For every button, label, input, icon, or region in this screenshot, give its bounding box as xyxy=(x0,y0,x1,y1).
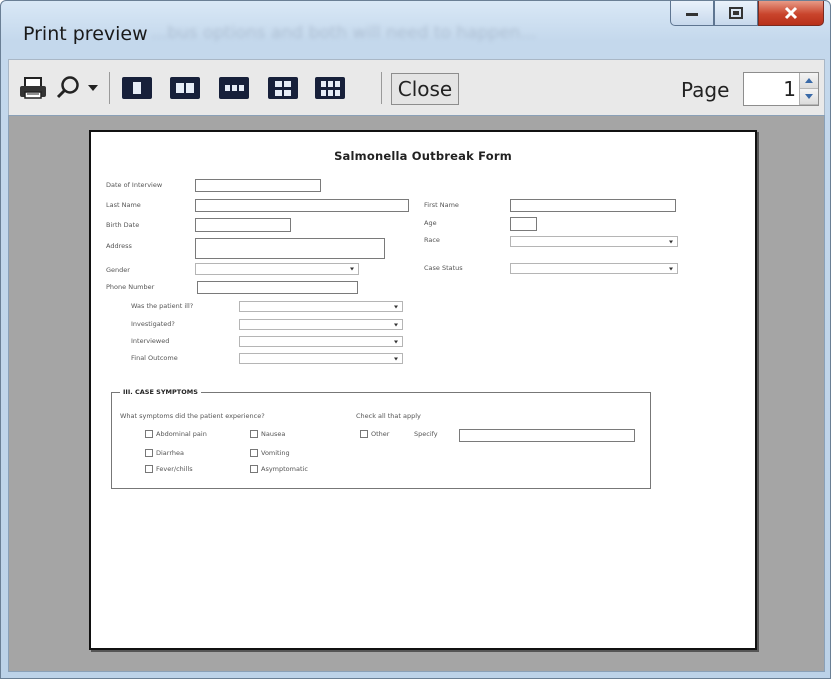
zoom-dropdown[interactable] xyxy=(83,72,103,104)
window-controls xyxy=(670,1,824,28)
address-label: Address xyxy=(106,242,132,250)
was-ill-dropdown[interactable] xyxy=(239,301,403,312)
title-bar: Print preview ...bus options and both wi… xyxy=(1,1,830,59)
checkbox-box xyxy=(250,430,258,438)
abdominal-pain-checkbox[interactable]: Abdominal pain xyxy=(145,430,207,438)
page-up-button[interactable] xyxy=(800,73,818,89)
checkbox-box xyxy=(360,430,368,438)
specify-field[interactable] xyxy=(459,429,635,442)
gender-label: Gender xyxy=(106,266,130,274)
close-icon xyxy=(784,6,798,20)
case-symptoms-title: III. CASE SYMPTOMS xyxy=(120,388,201,396)
magnifier-icon xyxy=(56,76,79,99)
spin-down-icon xyxy=(805,94,813,99)
phone-number-label: Phone Number xyxy=(106,283,155,291)
address-field[interactable] xyxy=(195,238,385,259)
page-down-button[interactable] xyxy=(800,89,818,105)
six-pages-icon xyxy=(315,77,345,99)
race-dropdown[interactable] xyxy=(510,236,678,247)
print-button[interactable] xyxy=(15,72,51,104)
dropdown-arrow-icon xyxy=(88,85,98,91)
close-preview-button[interactable]: Close xyxy=(391,73,459,105)
checkbox-box xyxy=(145,465,153,473)
four-pages-button[interactable] xyxy=(265,73,301,103)
checkbox-box xyxy=(145,449,153,457)
vomiting-label: Vomiting xyxy=(261,449,290,457)
age-label: Age xyxy=(424,219,437,227)
diarrhea-checkbox[interactable]: Diarrhea xyxy=(145,449,184,457)
nausea-checkbox[interactable]: Nausea xyxy=(250,430,285,438)
investigated-dropdown[interactable] xyxy=(239,319,403,330)
final-outcome-dropdown[interactable] xyxy=(239,353,403,364)
two-pages-button[interactable] xyxy=(167,73,203,103)
fever-chills-label: Fever/chills xyxy=(156,465,193,473)
toolbar-separator xyxy=(109,72,110,104)
first-name-field[interactable] xyxy=(510,199,676,212)
final-outcome-label: Final Outcome xyxy=(131,354,178,362)
birth-date-label: Birth Date xyxy=(106,221,140,229)
check-all-label: Check all that apply xyxy=(356,412,421,420)
race-label: Race xyxy=(424,236,440,244)
last-name-label: Last Name xyxy=(106,201,141,209)
symptoms-question: What symptoms did the patient experience… xyxy=(120,412,265,420)
asymptomatic-checkbox[interactable]: Asymptomatic xyxy=(250,465,308,473)
page-spinner xyxy=(799,73,818,105)
case-status-label: Case Status xyxy=(424,264,463,272)
page-number-value: 1 xyxy=(783,77,796,101)
investigated-label: Investigated? xyxy=(131,320,175,328)
interviewed-label: Interviewed xyxy=(131,337,170,345)
other-label: Other xyxy=(371,430,390,438)
specify-label: Specify xyxy=(414,430,438,438)
case-symptoms-group: III. CASE SYMPTOMS What symptoms did the… xyxy=(111,388,651,489)
last-name-field[interactable] xyxy=(195,199,409,212)
diarrhea-label: Diarrhea xyxy=(156,449,185,457)
window-title: Print preview xyxy=(23,23,148,45)
abdominal-pain-label: Abdominal pain xyxy=(156,430,207,438)
close-window-button[interactable] xyxy=(758,1,824,26)
date-of-interview-label: Date of Interview xyxy=(106,181,163,189)
two-pages-icon xyxy=(170,77,200,99)
birth-date-field[interactable] xyxy=(195,218,291,232)
gender-dropdown[interactable] xyxy=(195,263,359,275)
spin-up-icon xyxy=(805,78,813,83)
nausea-label: Nausea xyxy=(261,430,286,438)
asymptomatic-label: Asymptomatic xyxy=(261,465,308,473)
preview-page: Salmonella Outbreak Form Date of Intervi… xyxy=(89,130,757,650)
four-pages-icon xyxy=(268,77,298,99)
form-title: Salmonella Outbreak Form xyxy=(334,149,512,163)
print-preview-window: Print preview ...bus options and both wi… xyxy=(0,0,831,679)
interviewed-dropdown[interactable] xyxy=(239,336,403,347)
three-pages-button[interactable] xyxy=(216,73,252,103)
maximize-icon xyxy=(729,7,743,19)
printer-icon xyxy=(20,77,46,99)
minimize-icon xyxy=(686,13,698,16)
page-number-input[interactable]: 1 xyxy=(743,72,819,106)
toolbar-separator xyxy=(381,72,382,104)
page-label: Page xyxy=(681,78,730,102)
other-checkbox[interactable]: Other xyxy=(360,430,389,438)
one-page-button[interactable] xyxy=(119,73,155,103)
age-field[interactable] xyxy=(510,217,537,231)
minimize-button[interactable] xyxy=(670,1,714,26)
six-pages-button[interactable] xyxy=(312,73,348,103)
checkbox-box xyxy=(145,430,153,438)
preview-viewport[interactable]: Salmonella Outbreak Form Date of Intervi… xyxy=(8,115,825,672)
three-pages-icon xyxy=(219,77,249,99)
checkbox-box xyxy=(250,465,258,473)
zoom-button[interactable] xyxy=(53,72,83,104)
case-status-dropdown[interactable] xyxy=(510,263,678,274)
was-ill-label: Was the patient ill? xyxy=(131,302,194,310)
checkbox-box xyxy=(250,449,258,457)
maximize-button[interactable] xyxy=(714,1,758,26)
one-page-icon xyxy=(122,77,152,99)
vomiting-checkbox[interactable]: Vomiting xyxy=(250,449,290,457)
date-of-interview-field[interactable] xyxy=(195,179,321,192)
toolbar: Close Page 1 xyxy=(8,59,825,117)
fever-chills-checkbox[interactable]: Fever/chills xyxy=(145,465,193,473)
first-name-label: First Name xyxy=(424,201,459,209)
background-text: ...bus options and both will need to hap… xyxy=(151,23,537,43)
phone-number-field[interactable] xyxy=(197,281,358,294)
